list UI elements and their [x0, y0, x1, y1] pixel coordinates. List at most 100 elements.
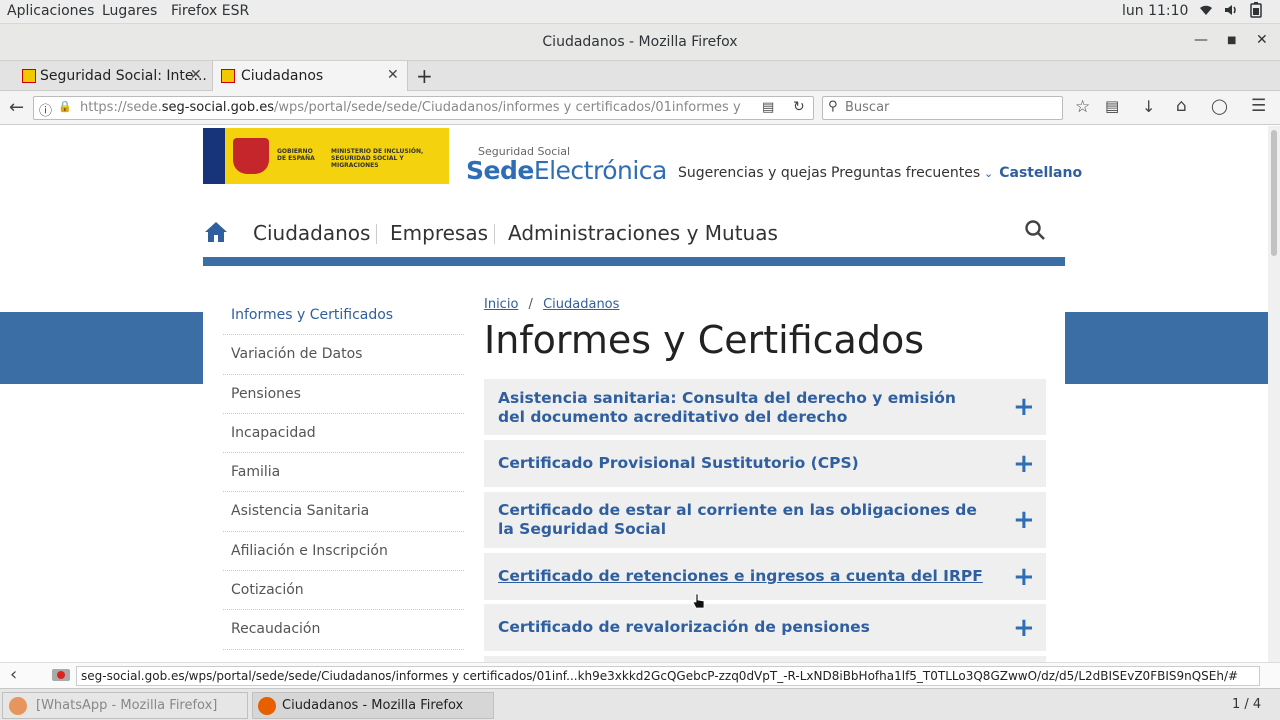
maximize-icon[interactable]: ■ [1227, 35, 1236, 46]
sidebar-item-pensiones[interactable]: Pensiones [223, 375, 464, 414]
chevron-left-icon[interactable]: ‹ [10, 664, 17, 685]
applications-menu[interactable]: Aplicaciones [7, 3, 94, 19]
decor-band-right [1065, 312, 1268, 384]
lock-icon[interactable]: 🔒 [58, 100, 72, 113]
firefox-icon [9, 697, 27, 715]
tab-bar: Seguridad Social: Inte... ✕ Ciudadanos ✕… [0, 61, 1280, 91]
task-whatsapp[interactable]: [WhatsApp - Mozilla Firefox] [2, 692, 248, 719]
close-icon[interactable]: ✕ [1256, 32, 1268, 48]
search-icon[interactable] [1024, 219, 1046, 241]
taskbar: [WhatsApp - Mozilla Firefox] Ciudadanos … [0, 688, 1280, 720]
government-logo[interactable]: GOBIERNO DE ESPAÑA MINISTERIO DE INCLUSI… [203, 128, 449, 184]
hamburger-menu-icon[interactable]: ☰ [1251, 96, 1266, 116]
sidebar-item-afiliacion[interactable]: Afiliación e Inscripción [223, 532, 464, 572]
places-menu[interactable]: Lugares [102, 3, 157, 19]
breadcrumb-separator: / [528, 297, 533, 312]
sidebar-item-asistencia[interactable]: Asistencia Sanitaria [223, 492, 464, 532]
search-placeholder: Buscar [845, 100, 890, 115]
nav-ciudadanos[interactable]: Ciudadanos [253, 221, 370, 245]
home-icon[interactable] [204, 220, 228, 244]
accordion-irpf[interactable]: Certificado de retenciones e ingresos a … [484, 553, 1046, 600]
tab-label: Seguridad Social: Inte... [40, 68, 207, 84]
nav-administraciones[interactable]: Administraciones y Mutuas [508, 221, 778, 245]
accordion-asistencia-sanitaria[interactable]: Asistencia sanitaria: Consulta del derec… [484, 379, 1046, 435]
tab-ciudadanos[interactable]: Ciudadanos ✕ [212, 61, 408, 91]
plus-icon[interactable]: + [1013, 615, 1035, 641]
sidebar-item-incapacidad[interactable]: Incapacidad [223, 414, 464, 454]
breadcrumb-home[interactable]: Inicio [484, 297, 518, 312]
web-page: GOBIERNO DE ESPAÑA MINISTERIO DE INCLUSI… [0, 126, 1268, 662]
breadcrumb: Inicio / Ciudadanos [484, 297, 619, 312]
app-menu[interactable]: Firefox ESR [171, 3, 249, 19]
navigation-toolbar: ← ⓘ 🔒 https://sede.seg-social.gob.es/wps… [0, 91, 1280, 125]
nav-divider [494, 224, 495, 244]
window-titlebar[interactable]: Ciudadanos - Mozilla Firefox — ■ ✕ [0, 24, 1280, 61]
workspace-pager[interactable]: 1 / 4 [1232, 697, 1261, 712]
language-selector[interactable]: ⌄ Castellano [984, 165, 1082, 181]
favicon-icon [22, 69, 36, 83]
sidebar-item-recaudacion[interactable]: Recaudación [223, 610, 464, 650]
sidebar-item-cotizacion[interactable]: Cotización [223, 571, 464, 611]
suggestions-link[interactable]: Sugerencias y quejas [678, 165, 827, 181]
clock[interactable]: lun 11:10 [1122, 3, 1188, 19]
accordion-revalorizacion[interactable]: Certificado de revalorización de pension… [484, 604, 1046, 651]
pocket-icon[interactable]: ◯ [1211, 97, 1228, 115]
nav-empresas[interactable]: Empresas [390, 221, 488, 245]
minimize-icon[interactable]: — [1194, 32, 1208, 48]
accordion-label: Certificado de retenciones e ingresos a … [498, 567, 983, 585]
wifi-icon[interactable] [1198, 2, 1214, 22]
coat-of-arms-icon [233, 138, 269, 174]
favicon-icon [221, 69, 235, 83]
tab-close-icon[interactable]: ✕ [387, 67, 399, 83]
task-ciudadanos[interactable]: Ciudadanos - Mozilla Firefox [252, 692, 494, 719]
system-top-bar: Aplicaciones Lugares Firefox ESR lun 11:… [0, 0, 1280, 24]
gov-text: GOBIERNO DE ESPAÑA [277, 148, 315, 162]
ministry-text: MINISTERIO DE INCLUSIÓN, SEGURIDAD SOCIA… [331, 148, 424, 169]
bookmark-star-icon[interactable]: ☆ [1075, 97, 1090, 117]
volume-icon[interactable] [1223, 2, 1239, 22]
url-text[interactable]: https://sede.seg-social.gob.es/wps/porta… [80, 100, 742, 115]
accordion-cps[interactable]: Certificado Provisional Sustitutorio (CP… [484, 440, 1046, 487]
sidebar-item-familia[interactable]: Familia [223, 453, 464, 493]
info-icon[interactable]: ⓘ [39, 100, 52, 119]
task-label: Ciudadanos - Mozilla Firefox [282, 698, 464, 713]
battery-icon[interactable] [1250, 2, 1262, 22]
accordion-label: Asistencia sanitaria: Consulta del derec… [498, 389, 956, 426]
home-icon[interactable]: ⌂ [1176, 96, 1187, 116]
accordion-label: Certificado de estar al corriente en las… [498, 501, 977, 538]
sidebar: Informes y Certificados Variación de Dat… [223, 296, 464, 650]
downloads-icon[interactable]: ↓ [1142, 97, 1155, 116]
accordion-al-corriente[interactable]: Certificado de estar al corriente en las… [484, 492, 1046, 548]
accordion-label: Certificado de revalorización de pension… [498, 618, 870, 636]
breadcrumb-current[interactable]: Ciudadanos [543, 297, 619, 312]
tab-close-icon[interactable]: ✕ [190, 67, 202, 83]
decor-band-left [0, 312, 203, 384]
firefox-icon [258, 697, 276, 715]
library-icon[interactable]: ▤ [1105, 97, 1119, 115]
reload-icon[interactable]: ↻ [793, 99, 805, 115]
hand-cursor-icon [692, 593, 705, 609]
plus-icon[interactable]: + [1013, 451, 1035, 477]
search-bar[interactable]: ⚲ Buscar [822, 96, 1063, 120]
reader-view-icon[interactable]: ▤ [762, 100, 774, 115]
nav-divider [376, 224, 377, 244]
nav-underline [203, 257, 1065, 266]
page-scrollbar[interactable] [1268, 126, 1280, 662]
faq-link[interactable]: Preguntas frecuentes [831, 165, 980, 181]
link-preview-url: seg-social.gob.es/wps/portal/sede/sede/C… [76, 666, 1260, 686]
back-arrow-icon[interactable]: ← [9, 97, 24, 118]
sidebar-item-variacion[interactable]: Variación de Datos [223, 335, 464, 375]
tab-label: Ciudadanos [241, 68, 324, 84]
accordion-label: Certificado Provisional Sustitutorio (CP… [498, 454, 859, 472]
plus-icon[interactable]: + [1013, 507, 1035, 533]
recording-icon[interactable] [52, 669, 70, 681]
sede-electronica-logo[interactable]: SedeElectrónica [466, 156, 667, 185]
plus-icon[interactable]: + [1013, 394, 1035, 420]
scrollbar-thumb[interactable] [1271, 130, 1277, 256]
new-tab-icon[interactable]: + [416, 64, 433, 88]
sidebar-item-informes[interactable]: Informes y Certificados [223, 296, 464, 336]
search-icon: ⚲ [828, 99, 838, 114]
plus-icon[interactable]: + [1013, 564, 1035, 590]
tab-seguridad-social[interactable]: Seguridad Social: Inte... ✕ [18, 61, 208, 91]
url-bar[interactable]: ⓘ 🔒 https://sede.seg-social.gob.es/wps/p… [33, 96, 814, 120]
